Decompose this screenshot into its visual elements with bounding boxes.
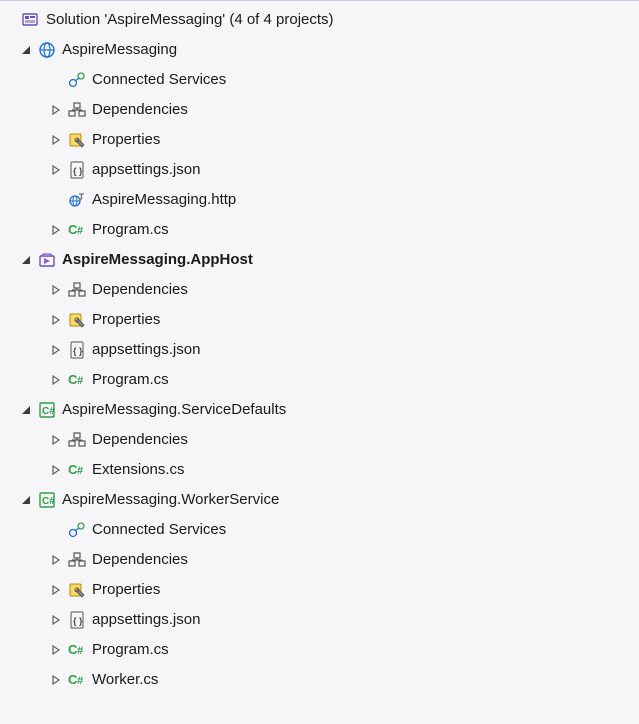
project-node[interactable]: AspireMessaging.AppHost bbox=[0, 245, 639, 275]
http-file-icon bbox=[68, 191, 86, 209]
project-item-node[interactable]: appsettings.json bbox=[0, 605, 639, 635]
expander-closed-icon[interactable] bbox=[48, 282, 64, 298]
connected-services-icon bbox=[68, 521, 86, 539]
tree-item-label: Program.cs bbox=[92, 365, 169, 395]
expander-closed-icon[interactable] bbox=[48, 582, 64, 598]
project-item-node[interactable]: Properties bbox=[0, 575, 639, 605]
web-project-icon bbox=[38, 41, 56, 59]
solution-icon bbox=[22, 11, 40, 29]
tree-item-label: AspireMessaging.AppHost bbox=[62, 245, 253, 275]
dependencies-icon bbox=[68, 101, 86, 119]
tree-item-label: AspireMessaging.WorkerService bbox=[62, 485, 279, 515]
expander-closed-icon[interactable] bbox=[48, 432, 64, 448]
tree-item-label: AspireMessaging bbox=[62, 35, 177, 65]
project-node[interactable]: AspireMessaging.WorkerService bbox=[0, 485, 639, 515]
cs-file-icon bbox=[68, 221, 86, 239]
project-item-node[interactable]: Dependencies bbox=[0, 95, 639, 125]
expander-closed-icon[interactable] bbox=[48, 672, 64, 688]
project-item-node[interactable]: Program.cs bbox=[0, 215, 639, 245]
cs-file-icon bbox=[68, 371, 86, 389]
expander-closed-icon[interactable] bbox=[48, 162, 64, 178]
expander-closed-icon[interactable] bbox=[48, 342, 64, 358]
cs-file-icon bbox=[68, 671, 86, 689]
tree-item-label: AspireMessaging.ServiceDefaults bbox=[62, 395, 286, 425]
json-file-icon bbox=[68, 341, 86, 359]
cs-file-icon bbox=[68, 461, 86, 479]
tree-item-label: Program.cs bbox=[92, 215, 169, 245]
tree-item-label: Connected Services bbox=[92, 65, 226, 95]
tree-item-label: Dependencies bbox=[92, 425, 188, 455]
tree-item-label: Properties bbox=[92, 305, 160, 335]
project-item-node[interactable]: Properties bbox=[0, 125, 639, 155]
json-file-icon bbox=[68, 611, 86, 629]
project-item-node[interactable]: AspireMessaging.http bbox=[0, 185, 639, 215]
tree-item-label: Dependencies bbox=[92, 95, 188, 125]
expander-open-icon[interactable] bbox=[18, 42, 34, 58]
project-item-node[interactable]: appsettings.json bbox=[0, 335, 639, 365]
expander-closed-icon[interactable] bbox=[48, 102, 64, 118]
project-item-node[interactable]: Extensions.cs bbox=[0, 455, 639, 485]
expander-closed-icon[interactable] bbox=[48, 462, 64, 478]
csharp-project-icon bbox=[38, 491, 56, 509]
dependencies-icon bbox=[68, 551, 86, 569]
project-item-node[interactable]: Program.cs bbox=[0, 635, 639, 665]
project-item-node[interactable]: Program.cs bbox=[0, 365, 639, 395]
solution-node[interactable]: Solution 'AspireMessaging' (4 of 4 proje… bbox=[0, 5, 639, 35]
tree-item-label: Program.cs bbox=[92, 635, 169, 665]
expander-open-icon[interactable] bbox=[18, 492, 34, 508]
expander-closed-icon[interactable] bbox=[48, 222, 64, 238]
dependencies-icon bbox=[68, 431, 86, 449]
project-item-node[interactable]: Connected Services bbox=[0, 65, 639, 95]
tree-item-label: Properties bbox=[92, 575, 160, 605]
tree-item-label: appsettings.json bbox=[92, 155, 200, 185]
expander-closed-icon[interactable] bbox=[48, 372, 64, 388]
expander-open-icon[interactable] bbox=[18, 252, 34, 268]
project-item-node[interactable]: Dependencies bbox=[0, 275, 639, 305]
project-item-node[interactable]: Connected Services bbox=[0, 515, 639, 545]
json-file-icon bbox=[68, 161, 86, 179]
project-item-node[interactable]: Dependencies bbox=[0, 425, 639, 455]
expander-open-icon[interactable] bbox=[18, 402, 34, 418]
properties-icon bbox=[68, 581, 86, 599]
tree-item-label: Connected Services bbox=[92, 515, 226, 545]
tree-item-label: AspireMessaging.http bbox=[92, 185, 236, 215]
apphost-project-icon bbox=[38, 251, 56, 269]
project-node[interactable]: AspireMessaging bbox=[0, 35, 639, 65]
cs-file-icon bbox=[68, 641, 86, 659]
properties-icon bbox=[68, 131, 86, 149]
expander-closed-icon[interactable] bbox=[48, 552, 64, 568]
expander-closed-icon[interactable] bbox=[48, 312, 64, 328]
connected-services-icon bbox=[68, 71, 86, 89]
expander-closed-icon[interactable] bbox=[48, 642, 64, 658]
csharp-project-icon bbox=[38, 401, 56, 419]
project-item-node[interactable]: Properties bbox=[0, 305, 639, 335]
tree-item-label: Solution 'AspireMessaging' (4 of 4 proje… bbox=[46, 5, 334, 35]
project-node[interactable]: AspireMessaging.ServiceDefaults bbox=[0, 395, 639, 425]
project-item-node[interactable]: Worker.cs bbox=[0, 665, 639, 695]
solution-explorer-tree[interactable]: Solution 'AspireMessaging' (4 of 4 proje… bbox=[0, 5, 639, 695]
dependencies-icon bbox=[68, 281, 86, 299]
expander-closed-icon[interactable] bbox=[48, 612, 64, 628]
expander-closed-icon[interactable] bbox=[48, 132, 64, 148]
tree-item-label: appsettings.json bbox=[92, 335, 200, 365]
properties-icon bbox=[68, 311, 86, 329]
tree-item-label: appsettings.json bbox=[92, 605, 200, 635]
tree-item-label: Dependencies bbox=[92, 545, 188, 575]
tree-item-label: Properties bbox=[92, 125, 160, 155]
project-item-node[interactable]: appsettings.json bbox=[0, 155, 639, 185]
tree-item-label: Dependencies bbox=[92, 275, 188, 305]
tree-item-label: Worker.cs bbox=[92, 665, 158, 695]
tree-item-label: Extensions.cs bbox=[92, 455, 185, 485]
project-item-node[interactable]: Dependencies bbox=[0, 545, 639, 575]
